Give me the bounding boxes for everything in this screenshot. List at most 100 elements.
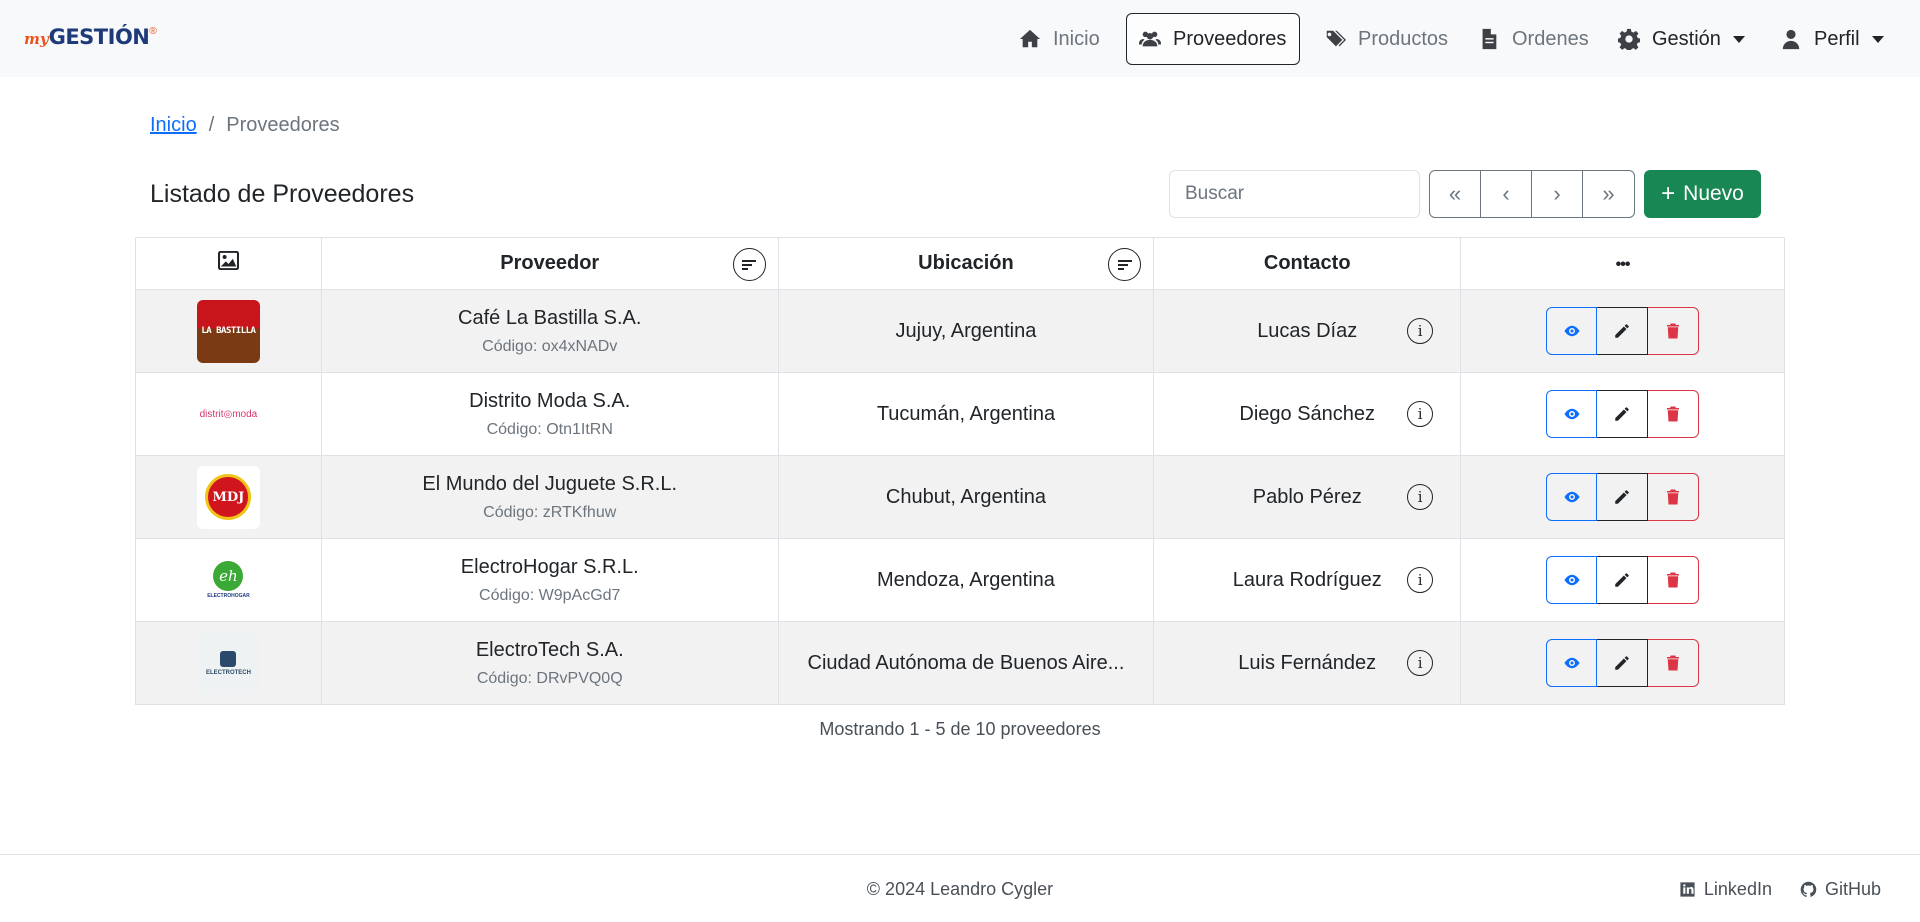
suppliers-table: Proveedor Ubicación Contacto ••• LA BAST…: [135, 237, 1785, 705]
sort-supplier-button[interactable]: [732, 248, 766, 281]
nav-home-label: Inicio: [1053, 27, 1100, 50]
tags-icon: [1325, 30, 1346, 47]
logo-cell: distrit◎moda: [135, 372, 322, 456]
delete-button[interactable]: [1648, 307, 1700, 355]
users-icon: [1139, 31, 1161, 47]
table-row: MDJ El Mundo del Juguete S.R.L. Código: …: [135, 455, 1785, 539]
pager-prev-button[interactable]: ‹: [1481, 171, 1532, 217]
sort-icon: [1117, 258, 1132, 272]
supplier-name: Distrito Moda S.A.: [469, 389, 631, 412]
contact-name: Diego Sánchez: [1239, 402, 1376, 425]
pager-last-button[interactable]: »: [1583, 171, 1634, 217]
supplier-cell: ElectroTech S.A. Código: DRvPVQ0Q: [320, 621, 779, 705]
supplier-code: Código: W9pAcGd7: [479, 586, 621, 604]
delete-button[interactable]: [1648, 390, 1700, 438]
plus-icon: +: [1661, 180, 1676, 207]
pager-next-button[interactable]: ›: [1532, 171, 1583, 217]
pagination-summary: Mostrando 1 - 5 de 10 proveedores: [819, 719, 1101, 739]
supplier-code: Código: zRTKfhuw: [483, 503, 617, 521]
contact-cell: Pablo Pérez i: [1153, 455, 1462, 539]
supplier-code: Código: DRvPVQ0Q: [476, 669, 623, 687]
header-supplier: Proveedor: [320, 237, 779, 290]
delete-button[interactable]: [1648, 556, 1700, 604]
file-icon: [1482, 28, 1497, 50]
edit-button[interactable]: [1597, 307, 1649, 355]
logo-cell: ELECTROTECH: [135, 621, 322, 705]
nav-orders[interactable]: Ordenes: [1466, 13, 1601, 65]
logo-text: MDJ: [212, 489, 245, 505]
nav-suppliers[interactable]: Proveedores: [1126, 13, 1300, 65]
pencil-icon: [1615, 656, 1629, 670]
page-title: Listado de Proveedores: [150, 180, 415, 208]
trash-icon: [1667, 323, 1680, 339]
eye-icon: [1564, 491, 1580, 503]
breadcrumb: Inicio / Proveedores: [150, 114, 340, 137]
search-input[interactable]: [1169, 170, 1420, 218]
pencil-icon: [1615, 490, 1629, 504]
action-group: [1546, 556, 1700, 604]
action-group: [1546, 307, 1700, 355]
github-icon: [1800, 881, 1817, 897]
contact-name: Laura Rodríguez: [1232, 568, 1382, 591]
actions-cell: [1460, 538, 1785, 622]
supplier-logo: ELECTROTECH: [196, 631, 260, 695]
eye-icon: [1564, 657, 1580, 669]
supplier-logo: eh ELECTROHOGAR: [197, 549, 260, 612]
brand-logo[interactable]: my GESTIÓN ®: [24, 25, 157, 49]
pager-first-button[interactable]: «: [1430, 171, 1481, 217]
header-supplier-label: Proveedor: [500, 252, 600, 274]
info-icon[interactable]: i: [1407, 401, 1434, 427]
breadcrumb-home-link[interactable]: Inicio: [150, 114, 197, 137]
image-icon: [217, 250, 239, 271]
header-contact: Contacto: [1153, 237, 1462, 290]
pencil-icon: [1615, 407, 1629, 421]
nav-products[interactable]: Productos: [1312, 13, 1460, 65]
gear-icon: [1618, 28, 1640, 50]
nav-home[interactable]: Inicio: [1007, 13, 1112, 65]
contact-name: Luis Fernández: [1238, 651, 1377, 674]
header-location-label: Ubicación: [918, 252, 1014, 274]
view-button[interactable]: [1546, 473, 1598, 521]
delete-button[interactable]: [1648, 473, 1700, 521]
delete-button[interactable]: [1648, 639, 1700, 687]
info-icon[interactable]: i: [1407, 650, 1434, 676]
eye-icon: [1564, 408, 1580, 420]
brand-my: my: [24, 30, 49, 48]
info-icon[interactable]: i: [1407, 567, 1434, 593]
supplier-code: Código: Otn1ItRN: [486, 420, 613, 438]
location-cell: Chubut, Argentina: [777, 455, 1155, 539]
contact-name: Pablo Pérez: [1252, 485, 1362, 508]
logo-cell: LA BASTILLA: [135, 289, 322, 373]
new-supplier-button[interactable]: + Nuevo: [1644, 170, 1761, 218]
edit-button[interactable]: [1597, 473, 1649, 521]
supplier-name: Café La Bastilla S.A.: [458, 306, 642, 329]
view-button[interactable]: [1546, 307, 1598, 355]
edit-button[interactable]: [1597, 556, 1649, 604]
info-icon[interactable]: i: [1407, 318, 1434, 344]
location-cell: Mendoza, Argentina: [777, 538, 1155, 622]
edit-button[interactable]: [1597, 639, 1649, 687]
logo-text: ELECTROTECH: [205, 669, 251, 676]
supplier-code: Código: ox4xNADv: [482, 337, 618, 355]
location-cell: Jujuy, Argentina: [777, 289, 1155, 373]
nav-management[interactable]: Gestión: [1606, 13, 1757, 65]
table-row: LA BASTILLA Café La Bastilla S.A. Código…: [135, 289, 1785, 373]
edit-button[interactable]: [1597, 390, 1649, 438]
more-icon: •••: [1615, 256, 1631, 273]
sort-location-button[interactable]: [1108, 248, 1142, 281]
header-actions: •••: [1460, 237, 1785, 290]
header-contact-label: Contacto: [1263, 252, 1351, 274]
github-link[interactable]: GitHub: [1800, 879, 1881, 900]
nav-profile-label: Perfil: [1814, 27, 1860, 50]
view-button[interactable]: [1546, 390, 1598, 438]
nav-profile[interactable]: Perfil: [1768, 13, 1896, 65]
view-button[interactable]: [1546, 639, 1598, 687]
action-group: [1546, 390, 1700, 438]
info-icon[interactable]: i: [1407, 484, 1434, 510]
table-header-row: Proveedor Ubicación Contacto •••: [135, 237, 1785, 290]
contact-cell: Laura Rodríguez i: [1153, 538, 1462, 622]
view-button[interactable]: [1546, 556, 1598, 604]
logo-cell: eh ELECTROHOGAR: [135, 538, 322, 622]
trash-icon: [1667, 489, 1680, 505]
linkedin-link[interactable]: LinkedIn: [1679, 879, 1772, 900]
